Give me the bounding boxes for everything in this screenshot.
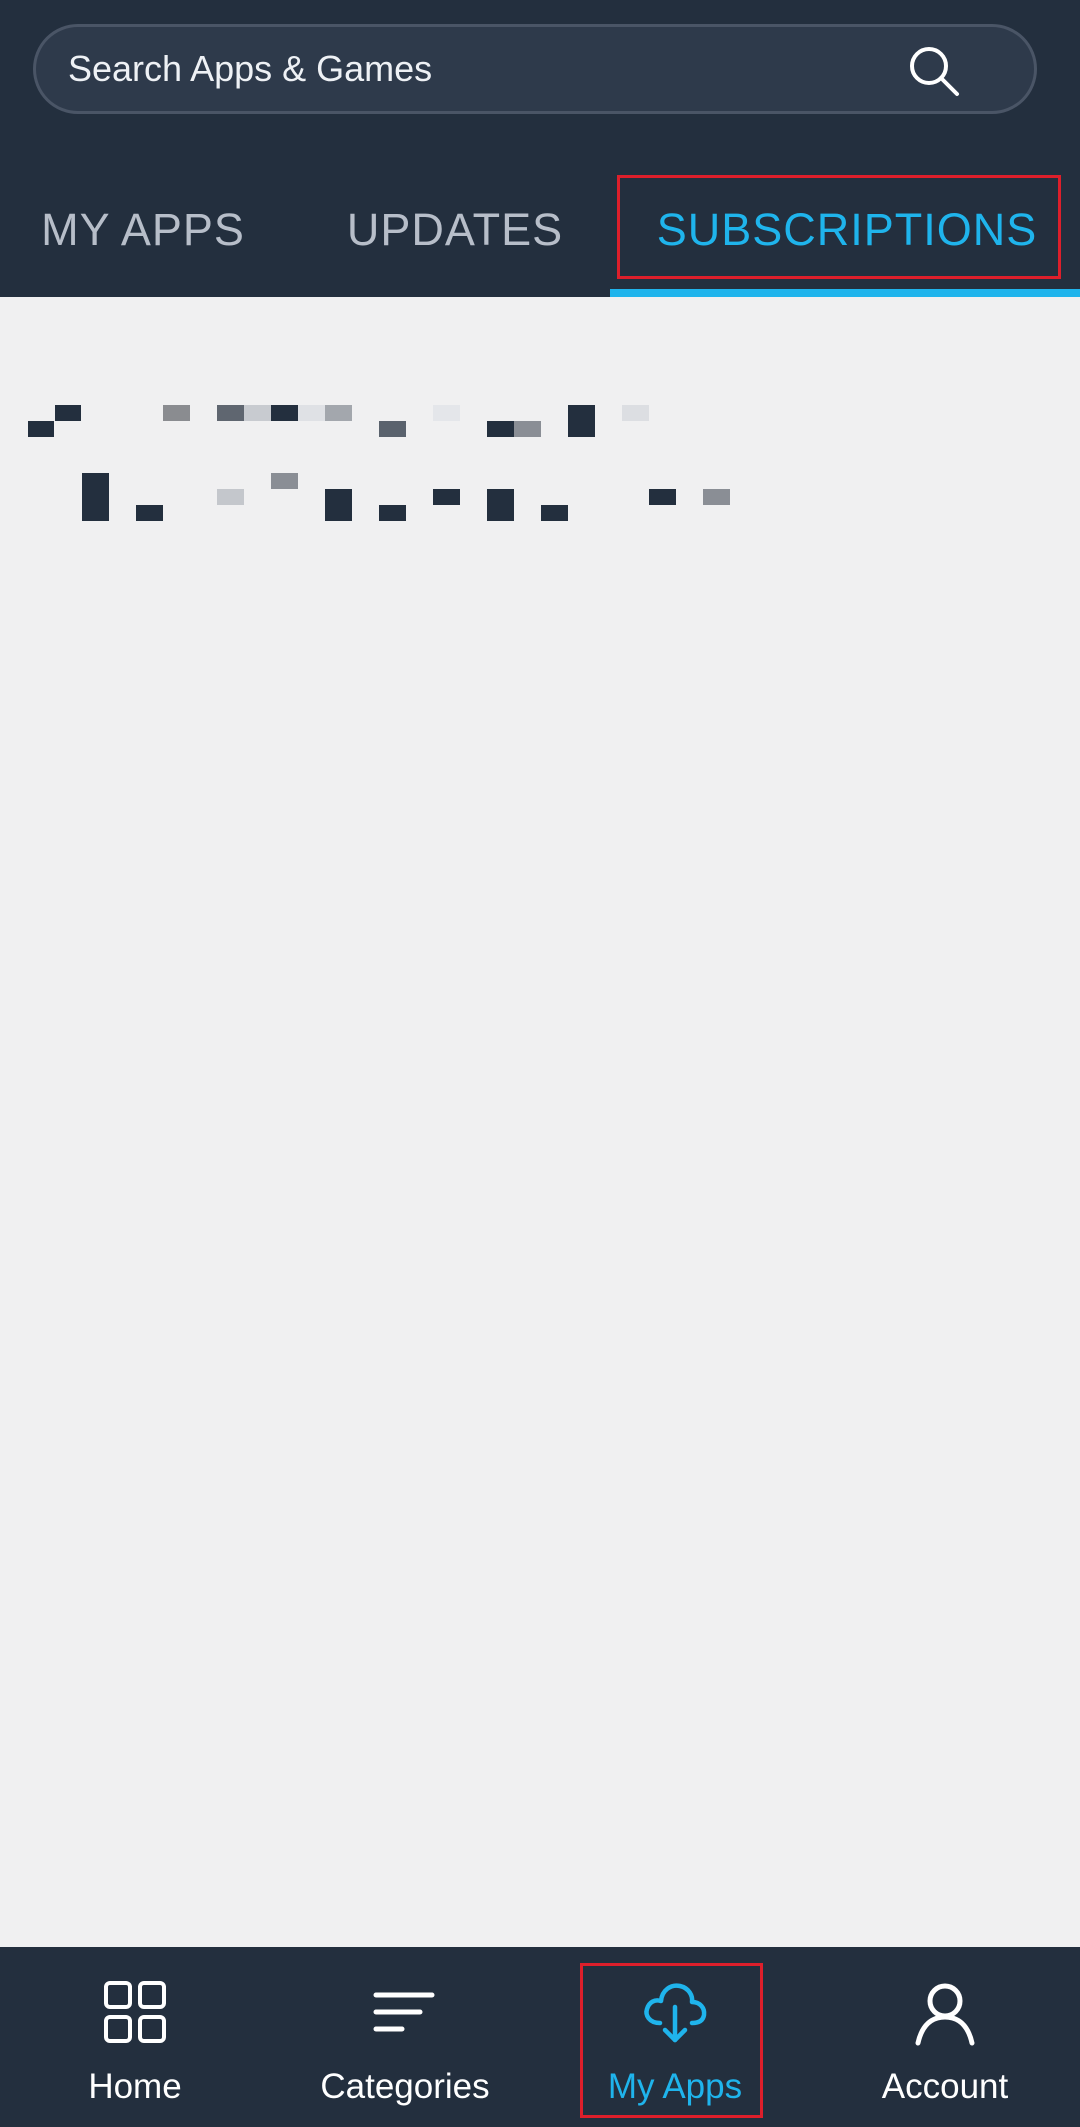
nav-home-label: Home [88,2067,182,2106]
person-icon [915,1983,975,2046]
bottom-navigation: Home Categories My Apps Account [0,1947,1080,2127]
highlight-box-subscriptions [617,175,1061,279]
search-icon[interactable] [904,41,964,101]
active-tab-indicator [610,289,1080,297]
subscriptions-content [0,297,1080,1887]
tab-my-apps[interactable]: MY APPS [18,175,268,285]
lines-icon [373,1992,435,2032]
tab-updates[interactable]: UPDATES [320,175,590,285]
redacted-text-line [28,405,668,445]
nav-categories-label: Categories [320,2067,490,2106]
search-bar[interactable]: Search Apps & Games [33,24,1037,114]
nav-home[interactable]: Home [0,1947,270,2127]
highlight-box-my-apps [580,1963,763,2118]
app-header: Search Apps & Games MY APPS UPDATES SUBS… [0,0,1080,297]
tab-bar: MY APPS UPDATES SUBSCRIPTIONS [0,175,1080,297]
nav-account-label: Account [881,2067,1009,2106]
search-input[interactable]: Search Apps & Games [68,27,432,111]
redacted-text-line [28,473,738,521]
nav-categories[interactable]: Categories [270,1947,540,2127]
grid-icon [104,1981,166,2043]
nav-account[interactable]: Account [810,1947,1080,2127]
